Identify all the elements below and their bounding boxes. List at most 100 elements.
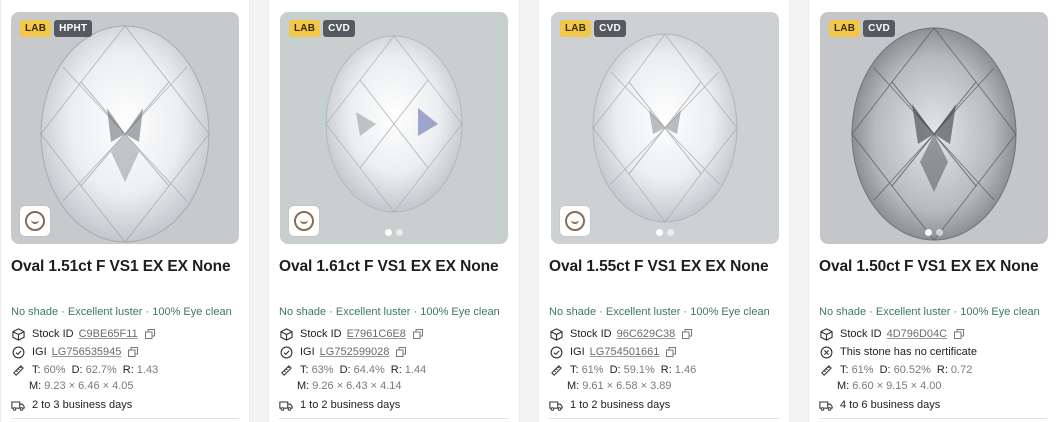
product-card[interactable]: LAB CVD Oval 1.55ct F VS1 EX EX None No … <box>538 0 790 422</box>
lab-badge: LAB <box>289 20 321 37</box>
box-icon <box>11 327 25 341</box>
stock-id-label: Stock ID <box>570 328 612 340</box>
measurements-row: M: 6.60 × 9.15 × 4.00 <box>837 379 948 393</box>
copy-icon[interactable] <box>396 347 407 357</box>
depth-label: D: <box>609 364 621 376</box>
truck-icon <box>11 398 25 412</box>
certificate-check-icon <box>549 345 563 359</box>
depth-label: D: <box>339 364 351 376</box>
certificate-lab-label: IGI <box>32 346 47 358</box>
quality-summary: No shade · Excellent luster · 100% Eye c… <box>819 306 1040 318</box>
table-label: T: <box>840 364 849 376</box>
growth-type-badge: CVD <box>323 20 355 37</box>
depth-value: 60.52% <box>893 364 931 376</box>
product-title[interactable]: Oval 1.50ct F VS1 EX EX None <box>819 258 1039 276</box>
quality-summary: No shade · Excellent luster · 100% Eye c… <box>279 306 500 318</box>
measurements-row: M: 9.61 × 6.58 × 3.89 <box>567 379 678 393</box>
proportions-row: T: 61% D: 59.1% R: 1.46 <box>549 363 702 377</box>
measurements-row: M: 9.26 × 6.43 × 4.14 <box>297 379 408 393</box>
image-carousel-dots[interactable] <box>385 229 403 236</box>
table-value: 61% <box>851 364 874 376</box>
certificate-lab-label: IGI <box>570 346 585 358</box>
product-title[interactable]: Oval 1.61ct F VS1 EX EX None <box>279 258 499 276</box>
carousel-dot[interactable] <box>385 229 392 236</box>
divider <box>279 418 509 419</box>
lab-badge: LAB <box>560 20 592 37</box>
truck-icon <box>549 398 563 412</box>
shipping-time: 1 to 2 business days <box>570 399 671 411</box>
ratio-label: R: <box>122 364 134 376</box>
stock-id-row: Stock ID 96C629C38 <box>549 327 693 341</box>
stock-id-row: Stock ID E7961C6E8 <box>279 327 423 341</box>
ratio-value: 1.44 <box>404 364 427 376</box>
product-card[interactable]: LAB HPHT Oval 1.51ct F VS1 EX EX None No… <box>0 0 250 422</box>
copy-icon[interactable] <box>128 347 139 357</box>
ruler-icon <box>819 363 833 377</box>
box-icon <box>549 327 563 341</box>
certificate-row: IGI LG754501661 <box>549 345 677 359</box>
growth-type-badge: CVD <box>594 20 626 37</box>
product-title[interactable]: Oval 1.51ct F VS1 EX EX None <box>11 258 231 276</box>
stock-id-link[interactable]: 96C629C38 <box>617 328 676 340</box>
carousel-dot[interactable] <box>396 229 403 236</box>
growth-type-badge: HPHT <box>54 20 93 37</box>
product-title[interactable]: Oval 1.55ct F VS1 EX EX None <box>549 258 769 276</box>
carousel-dot[interactable] <box>656 229 663 236</box>
copy-icon[interactable] <box>682 329 693 339</box>
carousel-dot[interactable] <box>667 229 674 236</box>
divider <box>549 418 779 419</box>
copy-icon[interactable] <box>412 329 423 339</box>
table-label: T: <box>570 364 579 376</box>
table-label: T: <box>300 364 309 376</box>
shipping-time: 4 to 6 business days <box>840 399 941 411</box>
table-label: T: <box>32 364 41 376</box>
image-carousel-dots[interactable] <box>656 229 674 236</box>
certificate-link[interactable]: LG752599028 <box>320 346 390 358</box>
table-value: 63% <box>311 364 334 376</box>
shipping-time: 2 to 3 business days <box>32 399 133 411</box>
diamond-image[interactable]: LAB CVD <box>551 12 779 244</box>
measurements-label: M: <box>567 380 580 392</box>
diamond-image[interactable]: LAB CVD <box>820 12 1048 244</box>
certificate-row: This stone has no certificate <box>819 345 977 359</box>
stock-id-row: Stock ID 4D796D04C <box>819 327 965 341</box>
growth-type-badge: CVD <box>863 20 895 37</box>
stock-id-link[interactable]: C9BE65F11 <box>79 328 138 340</box>
copy-icon[interactable] <box>144 329 155 339</box>
copy-icon[interactable] <box>666 347 677 357</box>
product-card[interactable]: LAB CVD Oval 1.61ct F VS1 EX EX None No … <box>268 0 520 422</box>
carousel-dot[interactable] <box>936 229 943 236</box>
stock-id-link[interactable]: E7961C6E8 <box>347 328 406 340</box>
ratio-label: R: <box>936 364 948 376</box>
stock-id-label: Stock ID <box>840 328 882 340</box>
proportions-row: T: 60% D: 62.7% R: 1.43 <box>11 363 164 377</box>
ruler-icon <box>11 363 25 377</box>
image-carousel-dots[interactable] <box>925 229 943 236</box>
ruler-icon <box>549 363 563 377</box>
certificate-logo-icon <box>20 206 50 236</box>
box-icon <box>279 327 293 341</box>
depth-label: D: <box>71 364 83 376</box>
truck-icon <box>279 398 293 412</box>
ratio-value: 1.43 <box>136 364 159 376</box>
certificate-link[interactable]: LG756535945 <box>52 346 122 358</box>
proportions-row: T: 61% D: 60.52% R: 0.72 <box>819 363 978 377</box>
stock-id-label: Stock ID <box>32 328 74 340</box>
shipping-row: 2 to 3 business days <box>11 398 132 412</box>
quality-summary: No shade · Excellent luster · 100% Eye c… <box>11 306 232 318</box>
diamond-image[interactable]: LAB HPHT <box>11 12 239 244</box>
depth-value: 59.1% <box>623 364 655 376</box>
diamond-image[interactable]: LAB CVD <box>280 12 508 244</box>
certificate-link[interactable]: LG754501661 <box>590 346 660 358</box>
copy-icon[interactable] <box>954 329 965 339</box>
lab-badge: LAB <box>20 20 52 37</box>
shipping-row: 4 to 6 business days <box>819 398 940 412</box>
measurements-value: 9.23 × 6.46 × 4.05 <box>44 380 134 392</box>
certificate-check-icon <box>279 345 293 359</box>
divider <box>819 418 1047 419</box>
product-card[interactable]: LAB CVD Oval 1.50ct F VS1 EX EX None No … <box>808 0 1056 422</box>
stock-id-link[interactable]: 4D796D04C <box>887 328 948 340</box>
oval-diamond-icon <box>851 27 1017 241</box>
ratio-value: 1.46 <box>674 364 697 376</box>
carousel-dot[interactable] <box>925 229 932 236</box>
